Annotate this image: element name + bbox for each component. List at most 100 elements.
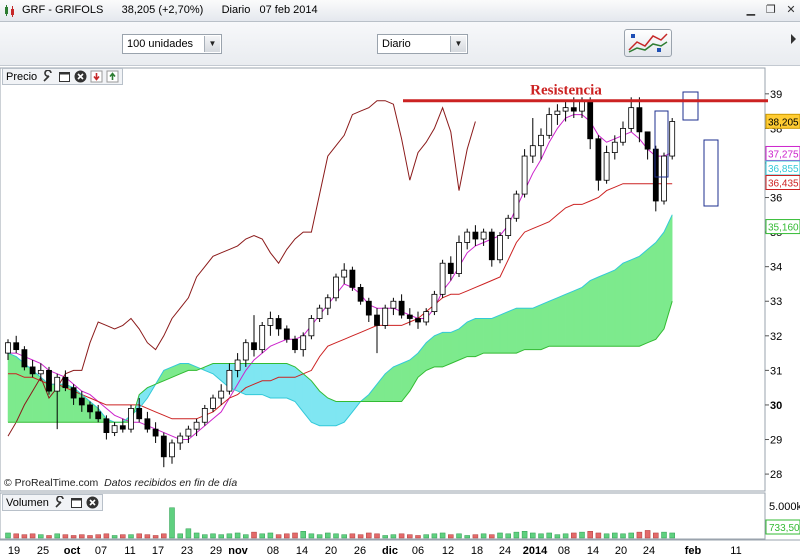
candle-body	[439, 262, 446, 295]
upload-icon[interactable]	[106, 70, 119, 83]
candle-body	[226, 369, 233, 392]
cloud-segment	[499, 311, 509, 354]
cloud-segment	[524, 307, 534, 350]
x-tick-label: 06	[412, 545, 424, 557]
volume-bar	[62, 534, 69, 539]
candle-body	[242, 342, 249, 361]
candle-body	[185, 428, 192, 437]
price-label: 35,160	[768, 223, 799, 234]
volume-bar	[87, 535, 93, 539]
cloud-segment	[302, 373, 312, 423]
candle-body	[505, 217, 512, 236]
volume-bar	[144, 534, 151, 539]
candle-body	[62, 376, 69, 389]
volume-bar	[669, 532, 675, 539]
wrench-icon[interactable]	[54, 496, 67, 509]
candle-body	[341, 269, 348, 278]
candle-body	[480, 231, 487, 240]
volume-bar	[29, 533, 36, 539]
cloud-segment	[606, 269, 616, 347]
download-icon[interactable]	[90, 70, 103, 83]
candle-body	[374, 314, 380, 326]
volume-bar	[152, 535, 159, 539]
volume-bar	[136, 533, 142, 539]
cloud-segment	[614, 262, 624, 347]
volume-bar	[226, 533, 233, 539]
candle-body	[160, 435, 167, 458]
cloud-segment	[540, 300, 550, 351]
candle-body	[365, 300, 372, 316]
x-tick-label: 14	[587, 545, 599, 557]
candle-body	[497, 235, 503, 261]
cloud-segment	[581, 279, 591, 347]
candle-body	[390, 300, 397, 309]
volume-bar	[103, 533, 110, 539]
candle-body	[349, 269, 356, 288]
volume-bar	[120, 534, 126, 539]
candle-body	[21, 349, 28, 368]
volume-bar	[243, 534, 249, 539]
wrench-icon[interactable]	[42, 70, 55, 83]
volume-bar	[251, 531, 257, 539]
candle-body	[193, 421, 200, 430]
cloud-segment	[663, 214, 673, 329]
cloud-segment	[483, 318, 493, 354]
cloud-segment	[647, 241, 657, 344]
cloud-segment	[565, 290, 575, 347]
cloud-segment	[327, 397, 337, 426]
close-icon[interactable]	[74, 70, 87, 83]
resistance-annotation: Resistencia	[403, 83, 768, 103]
volume-bar	[54, 533, 60, 539]
window-icon[interactable]	[58, 70, 71, 83]
volume-bar	[193, 532, 200, 539]
volume-bar	[333, 533, 339, 539]
volume-bar	[218, 534, 224, 539]
volume-bar	[275, 534, 282, 539]
cloud-segment	[622, 259, 632, 347]
volume-bar	[595, 532, 602, 539]
close-icon[interactable]	[86, 496, 99, 509]
volume-bar	[316, 534, 323, 539]
highlight-box	[703, 139, 719, 207]
volume-bar	[13, 533, 19, 539]
candle-body	[652, 148, 659, 202]
candle-body	[415, 318, 421, 323]
volume-bar	[612, 532, 618, 539]
cloud-segment	[466, 318, 476, 357]
cloud-segment	[393, 363, 402, 402]
cloud-segment	[401, 359, 411, 403]
y-tick-label: 33	[770, 296, 782, 308]
volume-bar	[284, 533, 290, 539]
cloud-segment	[630, 255, 640, 347]
volume-bar	[390, 534, 397, 539]
volume-bar	[308, 533, 315, 539]
volume-bar	[448, 534, 454, 539]
candle-body	[644, 131, 651, 150]
y-tick-label: 30	[770, 400, 782, 412]
window-icon[interactable]	[70, 496, 83, 509]
cloud-segment	[319, 390, 329, 426]
volume-bar	[185, 528, 192, 539]
y-tick-label: 29	[770, 435, 782, 447]
price-label: 37,275	[768, 149, 799, 160]
candle-body	[382, 307, 389, 326]
x-tick-label: 08	[558, 545, 570, 557]
volume-bar	[267, 532, 274, 539]
tenkan-line	[8, 114, 673, 440]
volume-bar	[472, 534, 479, 539]
x-tick-label: 08	[267, 545, 279, 557]
x-tick-label: 20	[325, 545, 337, 557]
candle-body	[316, 307, 323, 319]
candle-body	[37, 369, 44, 375]
cloud-segment	[655, 231, 665, 340]
candle-body	[218, 390, 225, 399]
candle-body	[259, 325, 266, 351]
cloud-segment	[548, 297, 558, 347]
candle-body	[513, 193, 520, 219]
candle-body	[538, 134, 544, 147]
volume-bar	[653, 532, 659, 539]
x-tick-label: 19	[8, 545, 20, 557]
volume-bar	[587, 531, 593, 539]
candle-body	[300, 335, 307, 351]
volume-bar	[349, 533, 356, 539]
